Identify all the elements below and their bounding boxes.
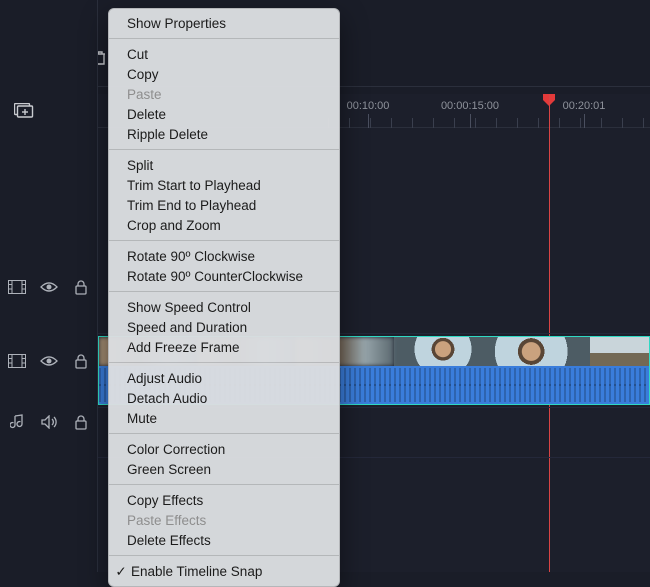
menu-item[interactable]: Color Correction [109,439,339,459]
context-menu: Show Properties Cut Copy Paste Delete Ripple … [108,8,340,587]
filmstrip-icon[interactable] [8,352,26,370]
menu-item-label: Copy Effects [127,493,203,508]
menu-separator [109,555,339,556]
menu-item-label: Speed and Duration [127,320,247,335]
menu-item[interactable]: Show Properties [109,13,339,33]
menu-item-label: Rotate 90º CounterClockwise [127,269,303,284]
menu-item: Paste [109,84,339,104]
clip-thumbnail [394,337,492,366]
menu-item[interactable]: Rotate 90º Clockwise [109,246,339,266]
menu-separator [109,291,339,292]
time-label: 00:10:00 [347,100,390,112]
time-label: 00:00:15:00 [441,100,499,112]
clip-thumbnail [590,337,649,366]
menu-item-label: Trim Start to Playhead [127,178,261,193]
menu-item[interactable]: Crop and Zoom [109,215,339,235]
left-panel [0,0,98,572]
track-header [0,250,98,324]
add-media-button[interactable] [12,99,36,123]
menu-item[interactable]: Trim End to Playhead [109,195,339,215]
menu-item[interactable]: Delete [109,104,339,124]
menu-item[interactable]: Copy Effects [109,490,339,510]
menu-item-label: Ripple Delete [127,127,208,142]
speaker-icon[interactable] [40,413,58,431]
lock-icon[interactable] [72,413,90,431]
menu-item-label: Split [127,158,153,173]
menu-item-label: Copy [127,67,159,82]
menu-item: Paste Effects [109,510,339,530]
menu-item[interactable]: Split [109,155,339,175]
eye-icon[interactable] [40,278,58,296]
menu-item[interactable]: Trim Start to Playhead [109,175,339,195]
filmstrip-icon[interactable] [8,278,26,296]
menu-item-label: Adjust Audio [127,371,202,386]
menu-separator [109,38,339,39]
menu-separator [109,240,339,241]
menu-item[interactable]: Mute [109,408,339,428]
menu-item[interactable]: Speed and Duration [109,317,339,337]
menu-item[interactable]: Adjust Audio [109,368,339,388]
lock-icon[interactable] [72,278,90,296]
menu-item[interactable]: Show Speed Control [109,297,339,317]
menu-item-label: Paste [127,87,162,102]
menu-item-label: Detach Audio [127,391,207,406]
menu-item[interactable]: Detach Audio [109,388,339,408]
menu-item[interactable]: Ripple Delete [109,124,339,144]
menu-item[interactable]: Green Screen [109,459,339,479]
menu-item-label: Green Screen [127,462,211,477]
eye-icon[interactable] [40,352,58,370]
menu-item[interactable]: Delete Effects [109,530,339,550]
lock-icon[interactable] [72,352,90,370]
menu-separator [109,433,339,434]
menu-item-label: Color Correction [127,442,225,457]
menu-item[interactable]: Cut [109,44,339,64]
menu-separator [109,362,339,363]
menu-item-label: Trim End to Playhead [127,198,256,213]
menu-separator [109,484,339,485]
clip-thumbnail [492,337,590,366]
time-label: 00:20:01 [563,100,606,112]
menu-item-label: Add Freeze Frame [127,340,240,355]
menu-item[interactable]: Add Freeze Frame [109,337,339,357]
menu-item-label: Delete [127,107,166,122]
track-header [0,324,98,398]
menu-item-label: Mute [127,411,157,426]
menu-item-label: Rotate 90º Clockwise [127,249,255,264]
menu-item[interactable]: Copy [109,64,339,84]
menu-item-label: Show Speed Control [127,300,251,315]
menu-item-label: Show Properties [127,16,226,31]
music-note-icon[interactable] [8,413,26,431]
menu-item-label: Cut [127,47,148,62]
menu-item-label: Delete Effects [127,533,211,548]
track-header [0,398,98,446]
menu-separator [109,149,339,150]
menu-item-label: Crop and Zoom [127,218,221,233]
menu-item-label: Paste Effects [127,513,206,528]
menu-item[interactable]: Rotate 90º CounterClockwise [109,266,339,286]
